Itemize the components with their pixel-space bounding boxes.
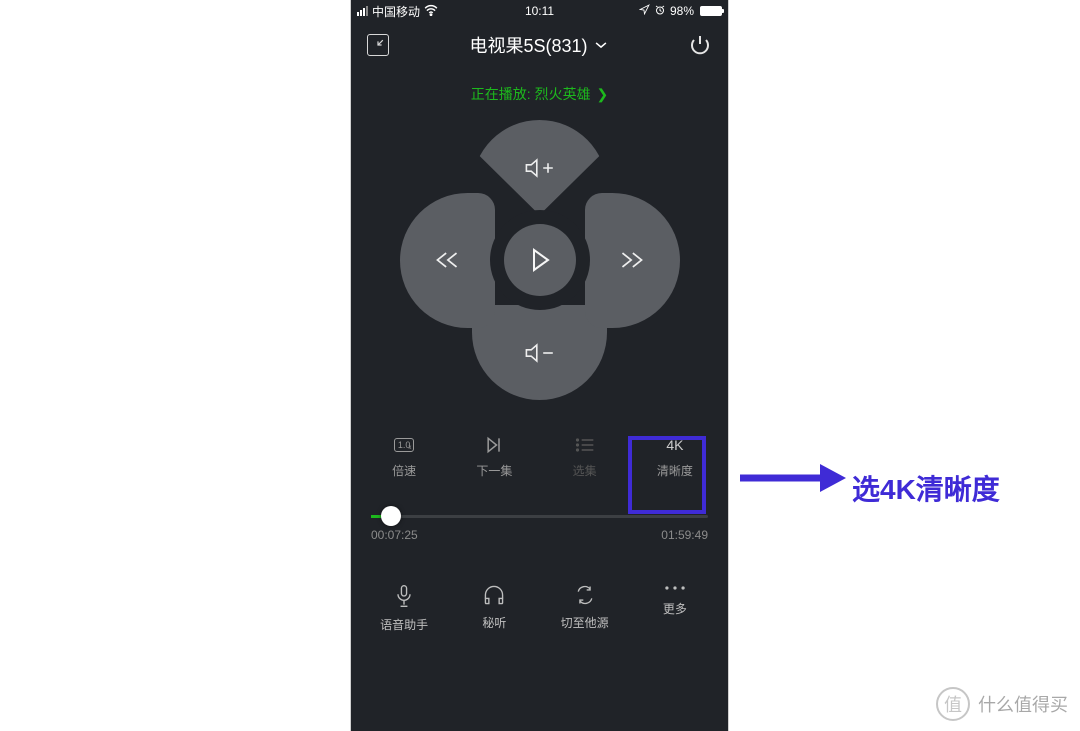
more-label: 更多 [663,600,687,617]
speed-label: 倍速 [392,462,416,479]
switch-source-button[interactable]: 切至他源 [545,584,625,633]
progress-track[interactable] [371,515,708,518]
dpad [400,120,680,400]
device-dropdown[interactable]: 电视果5S(831) [469,32,607,58]
quality-value: 4K [666,437,683,453]
carrier-label: 中国移动 [372,3,420,20]
more-icon [664,584,686,592]
phone-screen: 中国移动 10:11 98% 电视果5S(831) [350,0,729,731]
wifi-icon [424,4,438,19]
watermark-badge: 值 [936,687,970,721]
header: 电视果5S(831) [351,22,728,68]
battery-pct: 98% [670,4,694,18]
speed-value: 1.0 [394,438,415,452]
time-total: 01:59:49 [661,528,708,542]
headphones-icon [482,584,506,606]
listen-label: 秘听 [482,614,506,631]
more-button[interactable]: 更多 [635,584,715,633]
time-current: 00:07:25 [371,528,418,542]
signal-icon [357,6,368,16]
voice-assistant-button[interactable]: 语音助手 [364,584,444,633]
list-icon [575,436,595,454]
quality-button[interactable]: 4K 清晰度 [639,428,711,485]
status-bar: 中国移动 10:11 98% [351,0,728,22]
quality-label: 清晰度 [657,462,693,479]
bottom-row: 语音助手 秘听 切至他源 更多 [351,584,728,633]
alarm-icon [654,4,666,19]
chevron-right-icon: ❯ [596,86,608,102]
source-label: 切至他源 [561,614,609,631]
play-button[interactable] [504,224,576,296]
next-icon [484,435,504,455]
watermark: 值 什么值得买 [936,687,1068,721]
now-playing-prefix: 正在播放: [471,86,531,102]
chevron-down-icon [594,40,608,50]
voice-label: 语音助手 [380,616,428,633]
location-icon [639,4,650,18]
forward-button[interactable] [585,193,680,328]
status-time: 10:11 [525,4,554,18]
device-name: 电视果5S(831) [469,32,587,58]
progress-thumb[interactable] [381,506,401,526]
dpad-center-ring [490,210,590,310]
next-label: 下一集 [476,462,512,479]
speed-button[interactable]: 1.0 倍速 [368,428,440,485]
private-listen-button[interactable]: 秘听 [454,584,534,633]
rewind-button[interactable] [400,193,495,328]
next-episode-button[interactable]: 下一集 [458,428,530,485]
annotation-arrow [736,460,846,496]
episodes-label: 选集 [573,462,597,479]
watermark-text: 什么值得买 [978,691,1068,717]
controls-row: 1.0 倍速 下一集 选集 4K 清晰度 [351,428,728,485]
collapse-icon[interactable] [367,34,389,56]
progress-area: 00:07:25 01:59:49 [351,485,728,542]
mic-icon [393,584,415,608]
episodes-button[interactable]: 选集 [549,428,621,485]
power-button[interactable] [688,33,712,57]
now-playing-link[interactable]: 正在播放: 烈火英雄 ❯ [351,68,728,116]
switch-icon [574,584,596,606]
battery-icon [700,6,722,16]
annotation-text: 选4K清晰度 [852,468,1000,508]
now-playing-title: 烈火英雄 [535,86,591,102]
